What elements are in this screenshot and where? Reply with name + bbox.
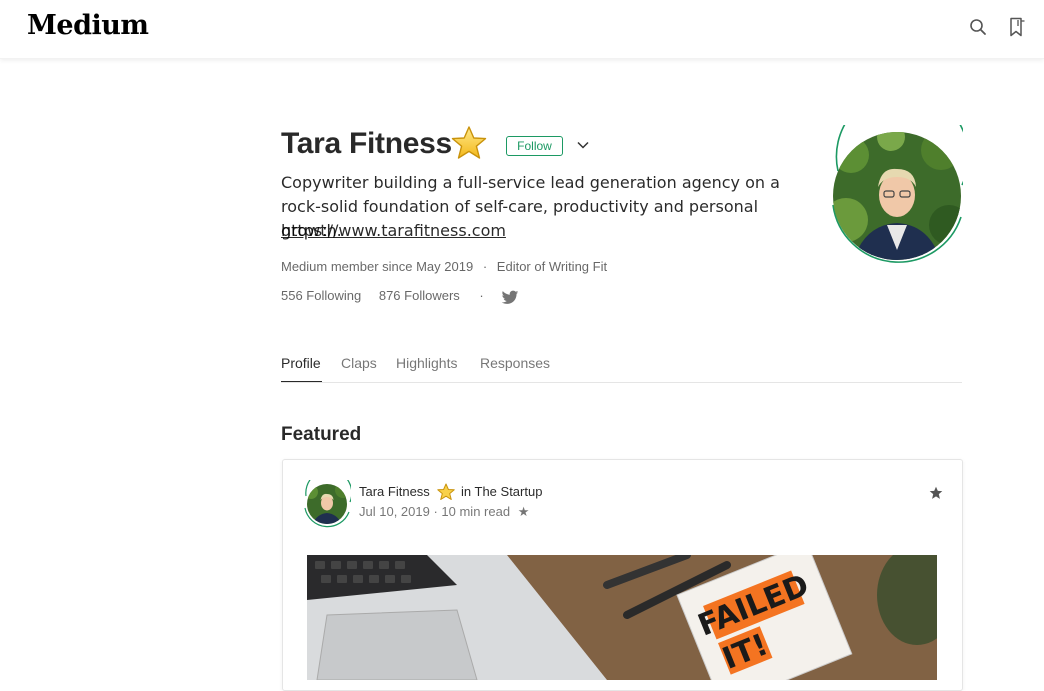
star-badge-icon: [450, 125, 488, 161]
profile-name: Tara Fitness: [281, 127, 452, 160]
profile-meta: Medium member since May 2019 · Editor of…: [281, 259, 607, 274]
profile-counts: 556 Following 876 Followers ·: [281, 288, 498, 303]
following-link[interactable]: 556 Following: [281, 288, 361, 303]
followers-link[interactable]: 876 Followers: [379, 288, 460, 303]
tab-claps[interactable]: Claps: [341, 355, 377, 371]
star-badge-icon: [436, 483, 456, 501]
counts-separator: ·: [479, 288, 484, 303]
medium-logo[interactable]: Medium: [27, 10, 149, 41]
member-since: Medium member since May 2019: [281, 259, 474, 274]
tab-highlights[interactable]: Highlights: [396, 355, 457, 371]
post-publication: in The Startup: [461, 484, 542, 499]
profile-website-link[interactable]: https://www.tarafitness.com: [281, 219, 506, 243]
editor-of-link[interactable]: Editor of Writing Fit: [497, 259, 607, 274]
read-time: · 10 min read: [433, 504, 511, 519]
search-icon[interactable]: [968, 17, 988, 37]
featured-post-card[interactable]: Tara Fitness in The Startup Jul 10, 2019…: [282, 459, 963, 691]
tab-responses[interactable]: Responses: [480, 355, 550, 371]
twitter-icon[interactable]: [501, 290, 519, 306]
profile-avatar[interactable]: [831, 89, 970, 269]
follow-button[interactable]: Follow: [506, 136, 563, 156]
member-star: ★: [517, 504, 530, 519]
in-label: in: [461, 484, 472, 499]
bookmark-icon[interactable]: [1007, 17, 1027, 37]
chevron-down-icon[interactable]: [576, 138, 590, 152]
active-tab-indicator: [281, 381, 322, 382]
publication-link[interactable]: The Startup: [475, 484, 543, 499]
post-cover-image[interactable]: FAILED IT!: [307, 555, 937, 680]
member-only-star-icon[interactable]: [929, 486, 943, 500]
post-author: Tara Fitness: [359, 484, 430, 499]
profile-tabs: Profile Claps Highlights Responses: [281, 352, 962, 383]
tab-profile[interactable]: Profile: [281, 355, 321, 371]
post-meta: Jul 10, 2019 · 10 min read ★: [359, 504, 529, 520]
top-bar: Medium: [0, 0, 1044, 59]
post-date: Jul 10, 2019: [359, 504, 430, 519]
post-author-link[interactable]: Tara Fitness: [359, 484, 430, 499]
author-avatar[interactable]: [303, 469, 353, 528]
featured-heading: Featured: [281, 424, 362, 445]
meta-separator: ·: [482, 259, 488, 274]
